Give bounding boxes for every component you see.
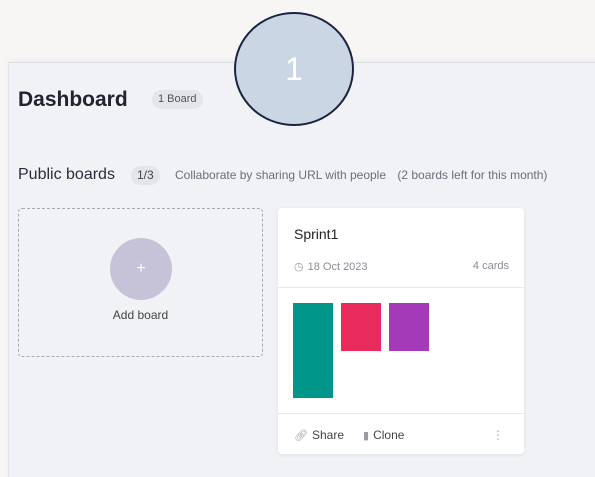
public-boards-description: Collaborate by sharing URL with people (… (175, 168, 547, 182)
add-board-label: Add board (112, 308, 169, 322)
copy-icon: ▮ (363, 430, 370, 442)
step-marker-number: 1 (285, 50, 303, 87)
public-boards-label: Public boards (18, 166, 115, 183)
preview-list-bar (341, 303, 381, 351)
clock-icon: ◷ (294, 261, 304, 273)
link-icon: 🔗︎ (294, 430, 308, 442)
card-divider (278, 413, 524, 414)
board-count-badge: 1 Board (152, 90, 203, 109)
add-board-button[interactable]: + Add board (18, 208, 263, 357)
description-text: Collaborate by sharing URL with people (175, 168, 387, 182)
public-boards-count-badge: 1/3 (131, 166, 160, 185)
more-vertical-icon[interactable]: ⋮ (492, 428, 504, 442)
boards-remaining-text: (2 boards left for this month) (397, 168, 548, 182)
share-button[interactable]: 🔗︎ Share (294, 428, 344, 442)
preview-list-bar (389, 303, 429, 351)
board-name[interactable]: Sprint1 (294, 226, 338, 242)
board-card-count: 4 cards (472, 260, 509, 272)
card-divider (278, 287, 524, 288)
board-card[interactable]: Sprint1 ◷ 18 Oct 2023 4 cards 🔗︎ Share ▮ Cl… (278, 208, 524, 454)
plus-icon[interactable]: + (110, 238, 172, 300)
step-marker: 1 (234, 12, 354, 126)
page-title: Dashboard (18, 88, 128, 111)
board-date: ◷ 18 Oct 2023 (294, 261, 368, 273)
clone-button[interactable]: ▮ Clone (363, 428, 404, 442)
preview-list-bar (293, 303, 333, 398)
